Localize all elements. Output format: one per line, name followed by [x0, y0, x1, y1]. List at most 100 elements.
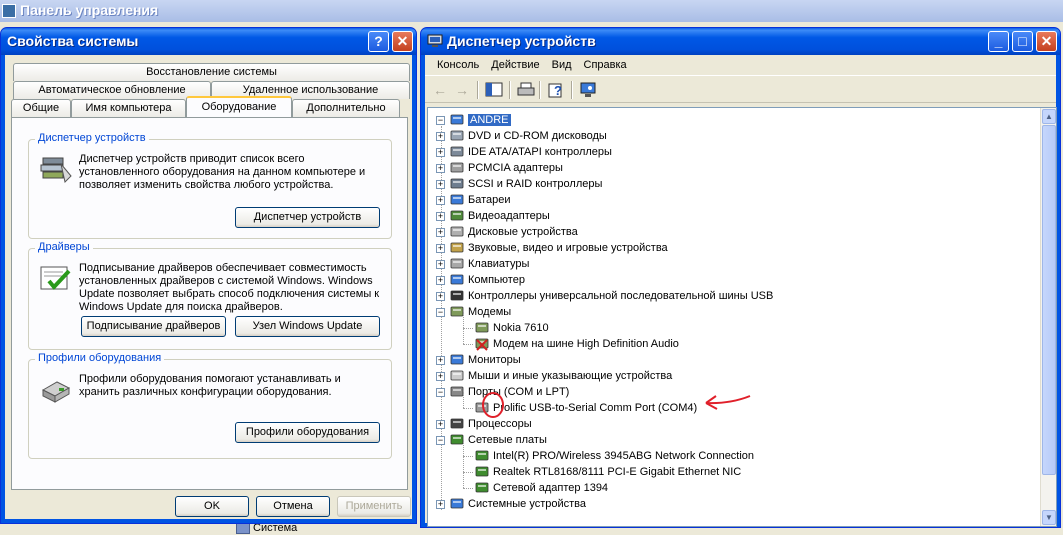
tab-advanced[interactable]: Дополнительно [292, 99, 400, 117]
expand-toggle[interactable]: + [436, 227, 445, 237]
tree-category-item[interactable]: − Сетевые платы [436, 432, 547, 448]
drivers-group-title: Драйверы [35, 241, 93, 253]
expand-toggle[interactable]: + [436, 163, 445, 173]
scan-hardware-icon[interactable] [579, 81, 597, 99]
expand-toggle[interactable]: + [436, 131, 445, 141]
cancel-button[interactable]: Отмена [256, 496, 330, 517]
tree-category-item-label: SCSI и RAID контроллеры [468, 178, 603, 190]
menu-action[interactable]: Действие [485, 55, 545, 75]
tab-hardware[interactable]: Оборудование [186, 96, 292, 117]
collapse-toggle[interactable]: − [436, 435, 445, 445]
tree-category-item-label: PCMCIA адаптеры [468, 162, 563, 174]
close-button[interactable]: ✕ [392, 31, 413, 52]
windows-update-button[interactable]: Узел Windows Update [235, 316, 380, 337]
tab-system-restore[interactable]: Восстановление системы [13, 63, 410, 81]
back-arrow-icon[interactable]: ← [431, 81, 449, 99]
expand-toggle[interactable]: + [436, 355, 445, 365]
device-manager-group: Диспетчер устройств Диспетчер устройств … [28, 132, 392, 239]
tree-category-item[interactable]: + Системные устройства [436, 496, 586, 512]
system-properties-titlebar[interactable]: Свойства системы ? ✕ [1, 28, 416, 55]
scroll-down-button[interactable]: ▼ [1042, 510, 1056, 525]
tree-category-item-label: Дисковые устройства [468, 226, 578, 238]
network-icon [474, 449, 490, 463]
tree-category-item[interactable]: + Клавиатуры [436, 256, 529, 272]
tree-category-item[interactable]: + Дисковые устройства [436, 224, 578, 240]
forward-arrow-icon[interactable]: → [453, 81, 471, 99]
expand-toggle[interactable]: + [436, 371, 445, 381]
maximize-button[interactable]: □ [1012, 31, 1033, 52]
minimize-button[interactable]: _ [988, 31, 1009, 52]
menu-view[interactable]: Вид [546, 55, 578, 75]
system-properties-client: Восстановление системы Автоматическое об… [5, 55, 412, 519]
tree-device-item[interactable]: Сетевой адаптер 1394 [474, 480, 608, 496]
expand-toggle[interactable]: + [436, 147, 445, 157]
tree-category-item[interactable]: + Мониторы [436, 352, 521, 368]
vertical-scrollbar[interactable]: ▲ ▼ [1040, 108, 1056, 526]
device-tree[interactable]: − ANDRE + DVD и CD-ROM дисководы + IDE ATA/AT… [427, 107, 1057, 527]
drivers-group: Драйверы Подписывание драйверов обеспечи… [28, 241, 392, 350]
tab-row-1: Восстановление системы [13, 63, 410, 81]
tab-row-3: Общие Имя компьютера Оборудование Дополн… [11, 96, 400, 117]
tree-category-item[interactable]: + SCSI и RAID контроллеры [436, 176, 602, 192]
tree-category-item-label: Звуковые, видео и игровые устройства [468, 242, 668, 254]
processor-icon [449, 417, 465, 431]
driver-signing-button[interactable]: Подписывание драйверов [81, 316, 226, 337]
tree-category-item[interactable]: + Контроллеры универсальной последователь… [436, 288, 773, 304]
tree-category-item[interactable]: + IDE ATA/ATAPI контроллеры [436, 144, 612, 160]
scroll-thumb[interactable] [1042, 125, 1056, 475]
menu-help[interactable]: Справка [578, 55, 633, 75]
collapse-toggle[interactable]: − [436, 115, 445, 125]
keyboard-icon [449, 257, 465, 271]
tree-category-item[interactable]: + Звуковые, видео и игровые устройства [436, 240, 668, 256]
control-panel-titlebar: Панель управления [0, 0, 1063, 22]
computer-icon [449, 273, 465, 287]
expand-toggle[interactable]: + [436, 275, 445, 285]
pcmcia-icon [449, 161, 465, 175]
menu-console[interactable]: Консоль [431, 55, 485, 75]
tree-category-item[interactable]: + Батареи [436, 192, 511, 208]
collapse-toggle[interactable]: − [436, 307, 445, 317]
tree-category-item[interactable]: + DVD и CD-ROM дисководы [436, 128, 607, 144]
tree-category-item[interactable]: + Мыши и иные указывающие устройства [436, 368, 672, 384]
help-button[interactable]: ? [368, 31, 389, 52]
expand-toggle[interactable]: + [436, 211, 445, 221]
expand-toggle[interactable]: + [436, 259, 445, 269]
tree-device-item[interactable]: Модем на шине High Definition Audio [474, 336, 679, 352]
tab-computer-name[interactable]: Имя компьютера [71, 99, 186, 117]
device-manager-window: Диспетчер устройств _ □ ✕ Консоль Действ… [420, 27, 1061, 528]
tab-general[interactable]: Общие [11, 99, 71, 117]
computer-icon [449, 113, 465, 127]
scroll-up-button[interactable]: ▲ [1042, 109, 1056, 124]
expand-toggle[interactable]: + [436, 419, 445, 429]
device-manager-titlebar[interactable]: Диспетчер устройств _ □ ✕ [421, 28, 1060, 55]
expand-toggle[interactable]: + [436, 499, 445, 509]
device-manager-button[interactable]: Диспетчер устройств [235, 207, 380, 228]
modem-disabled-icon [474, 337, 490, 351]
ok-button[interactable]: OK [175, 496, 249, 517]
network-icon [474, 465, 490, 479]
console-tree-icon[interactable] [485, 81, 503, 99]
expand-toggle[interactable]: + [436, 291, 445, 301]
close-button[interactable]: ✕ [1036, 31, 1057, 52]
tree-category-item[interactable]: − Модемы [436, 304, 511, 320]
print-icon[interactable] [517, 81, 535, 99]
tab-automatic-updates[interactable]: Автоматическое обновление [13, 81, 211, 99]
control-panel-icon [2, 4, 16, 18]
tree-device-item[interactable]: Nokia 7610 [474, 320, 549, 336]
tree-device-item[interactable]: Realtek RTL8168/8111 PCI-E Gigabit Ether… [474, 464, 741, 480]
hardware-profiles-button[interactable]: Профили оборудования [235, 422, 380, 443]
tree-category-item[interactable]: + Видеоадаптеры [436, 208, 550, 224]
tree-category-item[interactable]: + PCMCIA адаптеры [436, 160, 563, 176]
tree-device-item[interactable]: Intel(R) PRO/Wireless 3945ABG Network Co… [474, 448, 754, 464]
tree-category-item-label: Компьютер [468, 274, 525, 286]
tree-root-computer[interactable]: − ANDRE [436, 112, 511, 128]
expand-toggle[interactable]: + [436, 243, 445, 253]
collapse-toggle[interactable]: − [436, 387, 445, 397]
apply-button[interactable]: Применить [337, 496, 411, 517]
properties-help-icon[interactable]: ? [547, 81, 565, 99]
expand-toggle[interactable]: + [436, 179, 445, 189]
tree-device-item-label: Intel(R) PRO/Wireless 3945ABG Network Co… [493, 450, 755, 462]
tree-category-item[interactable]: + Компьютер [436, 272, 525, 288]
expand-toggle[interactable]: + [436, 195, 445, 205]
tree-device-item-label: Nokia 7610 [493, 322, 549, 334]
